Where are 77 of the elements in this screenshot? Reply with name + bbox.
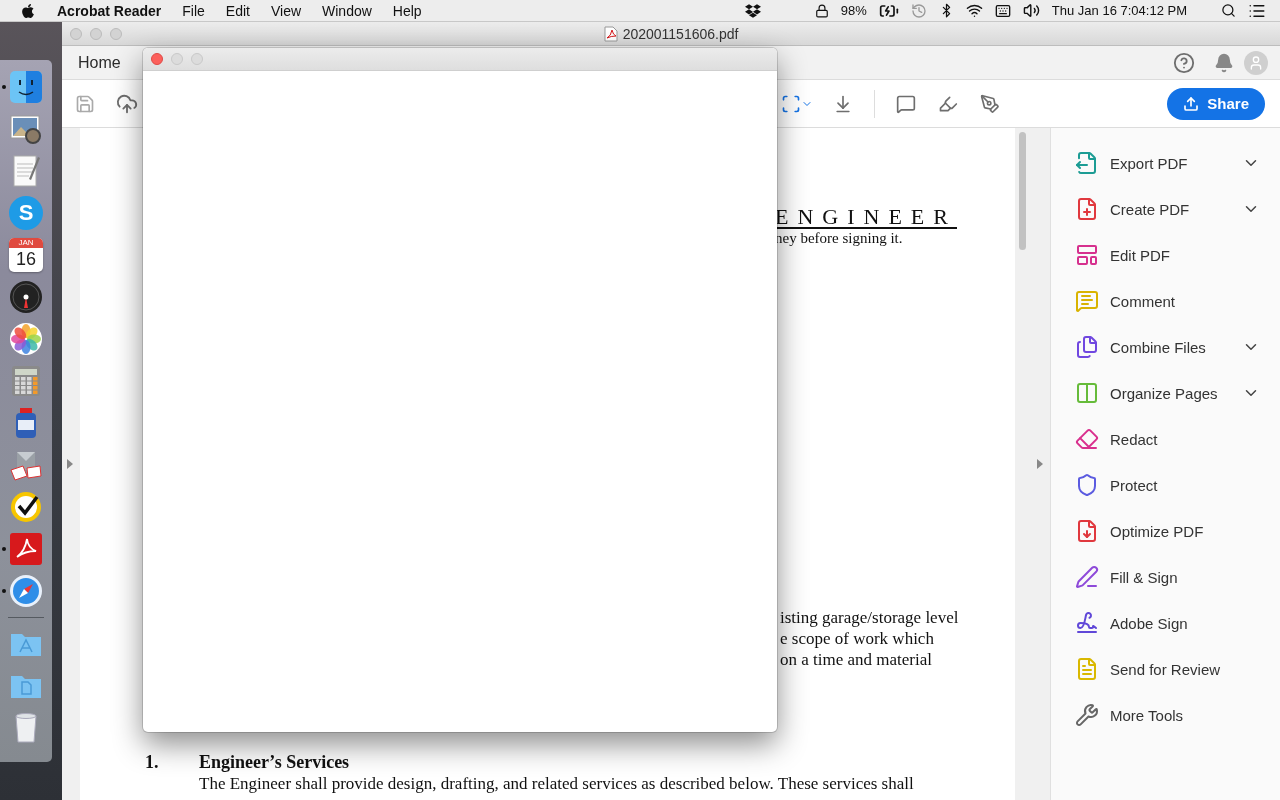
tool-item[interactable]: Adobe Sign — [1051, 600, 1280, 646]
clock[interactable]: Thu Jan 16 7:04:12 PM — [1051, 3, 1187, 18]
battery-percent: 98% — [840, 3, 867, 18]
tool-label: Optimize PDF — [1110, 522, 1205, 540]
tool-item[interactable]: Organize Pages — [1051, 370, 1280, 416]
expand-arrow-icon[interactable] — [66, 458, 74, 470]
edit-layout-icon — [1075, 243, 1099, 267]
send-review-icon — [1075, 657, 1099, 681]
calendar-icon[interactable]: JAN 16 — [9, 238, 43, 272]
tool-item[interactable]: Comment — [1051, 278, 1280, 324]
compass-icon[interactable] — [9, 574, 43, 608]
menu-item[interactable]: Help — [392, 2, 422, 19]
tool-item[interactable]: Fill & Sign — [1051, 554, 1280, 600]
redact-icon — [1075, 427, 1099, 451]
tool-label: Protect — [1110, 476, 1159, 494]
window-title: 202001151606.pdf — [622, 25, 739, 42]
menu-item[interactable]: Window — [322, 2, 372, 19]
lock-icon[interactable] — [814, 3, 829, 18]
menu-item[interactable]: Edit — [225, 2, 250, 19]
optimize-file-icon — [1075, 519, 1099, 543]
tool-item[interactable]: Protect — [1051, 462, 1280, 508]
close-button[interactable] — [151, 53, 163, 65]
tool-label: More Tools — [1110, 706, 1185, 724]
face-icon[interactable] — [9, 70, 43, 104]
checkmark-icon[interactable] — [9, 490, 43, 524]
tool-label: Redact — [1110, 430, 1159, 448]
document-text: e scope of work which — [780, 628, 935, 649]
tool-item[interactable]: Optimize PDF — [1051, 508, 1280, 554]
tool-label: Comment — [1110, 292, 1177, 310]
tool-label: Edit PDF — [1110, 246, 1171, 264]
document-heading: ENGINEER — [775, 205, 958, 229]
keyboard-icon[interactable] — [994, 2, 1011, 19]
apple-icon[interactable] — [20, 2, 36, 19]
pdf-app-icon[interactable] — [9, 532, 43, 566]
tool-item[interactable]: Combine Files — [1051, 324, 1280, 370]
tool-label: Organize Pages — [1110, 384, 1219, 402]
menu-item[interactable]: View — [270, 2, 302, 19]
wifi-icon[interactable] — [965, 2, 983, 19]
pen-icon — [1075, 565, 1099, 589]
tool-label: Adobe Sign — [1110, 614, 1189, 632]
comment-icon — [1075, 289, 1099, 313]
gauge-icon[interactable] — [9, 280, 43, 314]
flower-icon[interactable] — [9, 322, 43, 356]
document-text: isting garage/storage level — [780, 607, 960, 628]
export-file-icon — [1075, 151, 1099, 175]
tool-item[interactable]: Edit PDF — [1051, 232, 1280, 278]
share-icon — [1183, 95, 1200, 112]
volume-icon[interactable] — [1022, 2, 1040, 19]
tool-label: Fill & Sign — [1110, 568, 1179, 586]
combine-files-icon — [1075, 335, 1099, 359]
search-icon[interactable] — [1221, 3, 1236, 18]
section-title: Engineer’s Services — [199, 751, 350, 773]
tool-label: Create PDF — [1110, 200, 1191, 218]
menu-item[interactable]: Acrobat Reader — [57, 2, 162, 19]
tool-label: Export PDF — [1110, 154, 1189, 172]
section-number: 1. — [145, 751, 160, 773]
tool-label: Send for Review — [1110, 660, 1222, 678]
photo-viewer-icon[interactable] — [9, 112, 43, 146]
shield-icon — [1075, 473, 1099, 497]
collapse-arrow-icon[interactable] — [1036, 458, 1044, 470]
tool-item[interactable]: Redact — [1051, 416, 1280, 462]
tool-item[interactable]: Send for Review — [1051, 646, 1280, 692]
tool-item[interactable]: More Tools — [1051, 692, 1280, 738]
pdf-file-icon — [603, 25, 618, 42]
tool-item[interactable]: Export PDF — [1051, 140, 1280, 186]
wrench-icon — [1075, 703, 1099, 727]
dropbox-icon[interactable] — [744, 2, 761, 19]
organize-pages-icon — [1075, 381, 1099, 405]
signature-icon — [1075, 611, 1099, 635]
create-file-icon — [1075, 197, 1099, 221]
tool-item[interactable]: Create PDF — [1051, 186, 1280, 232]
tool-label: Combine Files — [1110, 338, 1207, 356]
document-text: The Engineer shall provide design, drafting, and related services as described below. These services shall — [199, 773, 915, 795]
menu-item[interactable]: File — [182, 2, 205, 19]
document-text: on a time and material — [780, 649, 933, 670]
scrollbar-thumb[interactable] — [1019, 132, 1026, 250]
share-button[interactable]: Share — [1167, 87, 1265, 120]
